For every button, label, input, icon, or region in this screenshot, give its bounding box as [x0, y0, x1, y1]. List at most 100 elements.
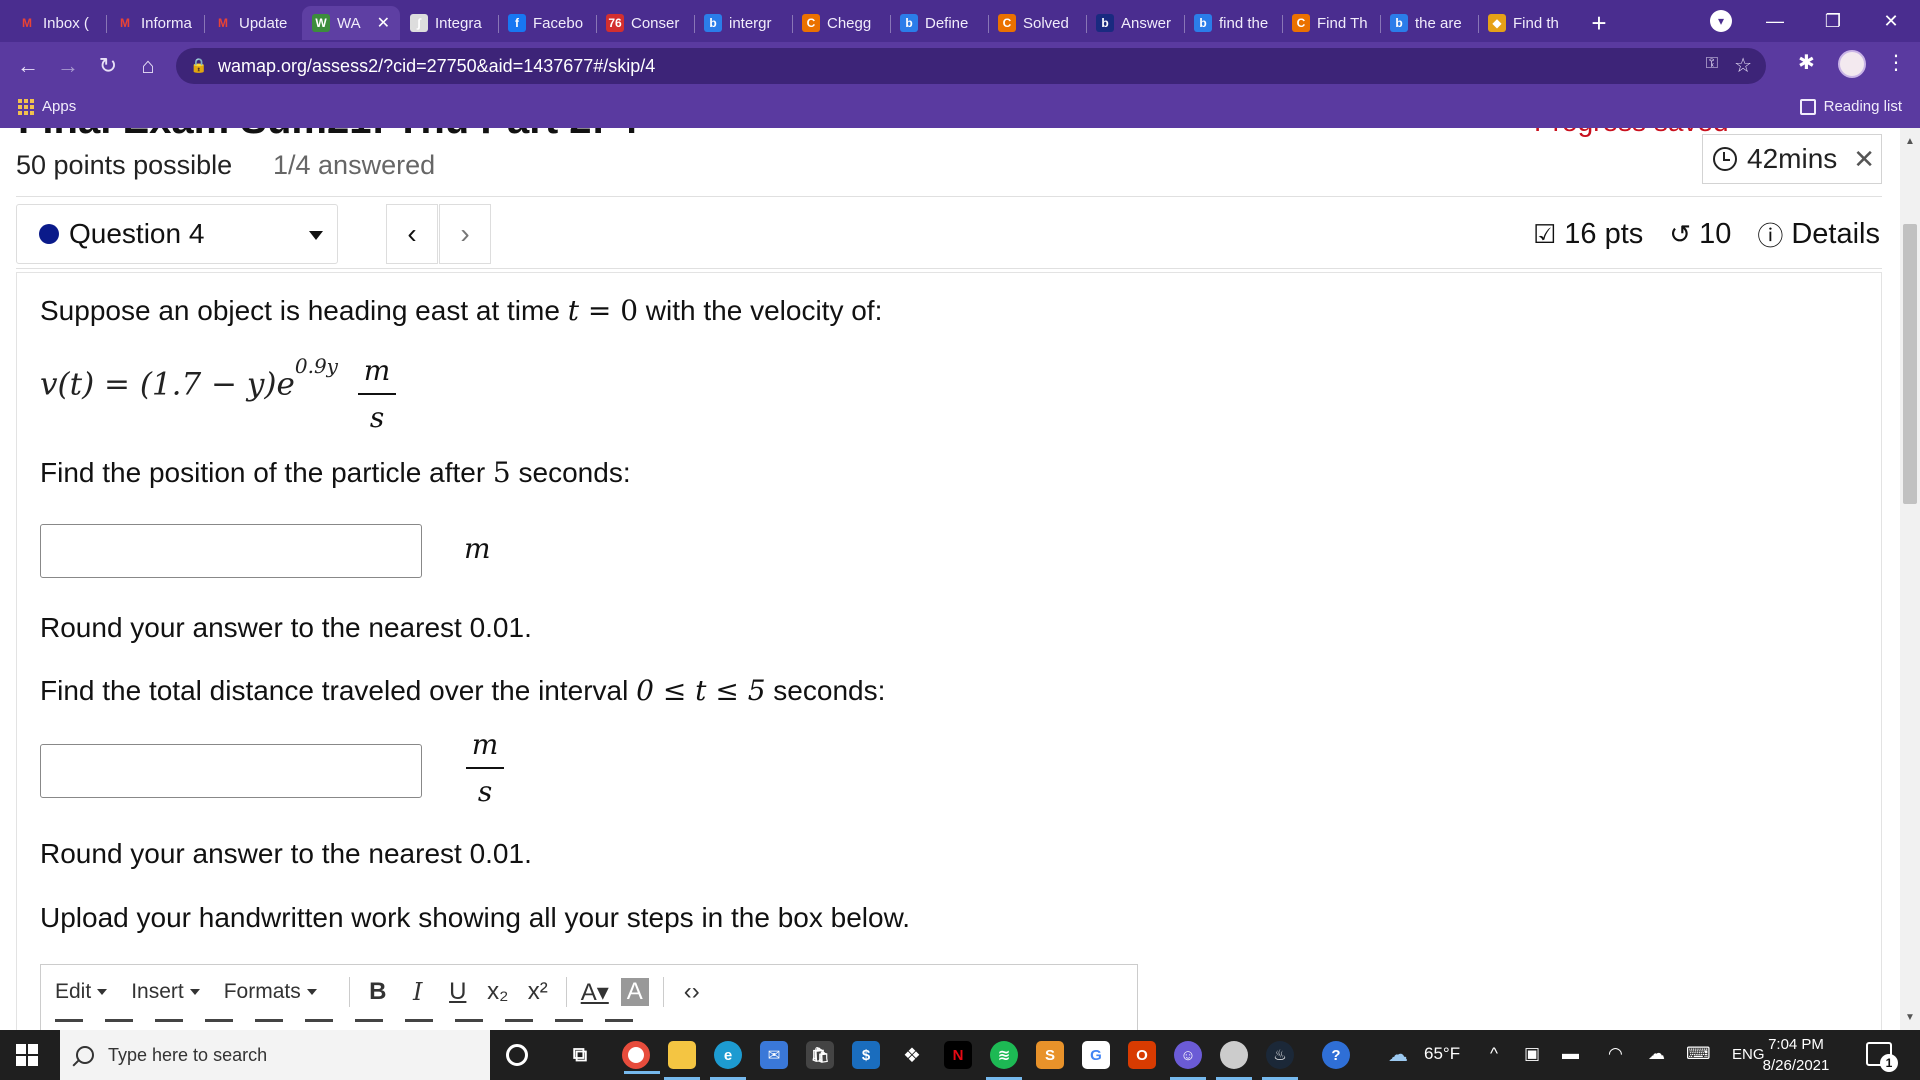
reading-list-button[interactable]: Reading list	[1799, 98, 1902, 115]
mail-icon[interactable]: ✉	[760, 1041, 788, 1069]
table-icon[interactable]	[555, 1019, 583, 1027]
file-explorer-icon[interactable]	[664, 1041, 700, 1080]
rich-text-editor[interactable]: Edit Insert Formats B I U x₂ x² A▾ A ‹›	[40, 964, 1138, 1030]
browser-tab[interactable]: M Update	[204, 6, 302, 40]
bold-icon[interactable]: B	[358, 978, 398, 1006]
next-question-button[interactable]: ›	[439, 204, 491, 264]
windows-start-icon[interactable]	[16, 1044, 38, 1066]
browser-tab[interactable]: b Define	[890, 6, 988, 40]
profile-avatar[interactable]	[1838, 50, 1866, 78]
image-icon[interactable]	[505, 1019, 533, 1027]
close-tab-icon[interactable]: ✕	[377, 13, 390, 33]
insert-menu[interactable]: Insert	[131, 980, 200, 1004]
keyboard-icon[interactable]: ⌨	[1686, 1044, 1711, 1064]
bullet-list-icon[interactable]	[205, 1019, 233, 1027]
indent-icon[interactable]	[355, 1019, 383, 1027]
numbered-list-icon[interactable]	[255, 1019, 283, 1027]
align-right-icon[interactable]	[155, 1019, 183, 1027]
unlink-icon[interactable]	[455, 1019, 483, 1027]
browser-tab[interactable]: C Find Th	[1282, 6, 1380, 40]
distance-answer-input[interactable]	[40, 744, 422, 798]
tab-search-icon[interactable]: ▾	[1710, 10, 1732, 32]
system-clock[interactable]: 7:04 PM 8/26/2021	[1748, 1034, 1844, 1076]
battery-icon[interactable]: ▬	[1562, 1044, 1579, 1064]
browser-tab[interactable]: b the are	[1380, 6, 1478, 40]
taskbar-search[interactable]: Type here to search	[60, 1030, 490, 1080]
background-color-icon[interactable]: A	[620, 978, 649, 1006]
bookmark-star-icon[interactable]: ☆	[1734, 53, 1752, 78]
page-scrollbar[interactable]: ▲ ▼	[1900, 128, 1920, 1030]
sublime-icon[interactable]: S	[1036, 1041, 1064, 1069]
edit-menu[interactable]: Edit	[55, 980, 107, 1004]
reload-icon[interactable]: ↻	[92, 50, 124, 82]
browser-tab[interactable]: M Inbox (	[8, 6, 106, 40]
browser-tab[interactable]: ∫ Integra	[400, 6, 498, 40]
wifi-icon[interactable]: ◠	[1608, 1044, 1623, 1064]
tray-chevron-icon[interactable]: ^	[1490, 1044, 1498, 1064]
apps-shortcut[interactable]: Apps	[18, 98, 76, 115]
forward-icon[interactable]: →	[52, 50, 84, 82]
subscript-icon[interactable]: x₂	[478, 978, 518, 1006]
close-window-icon[interactable]: ✕	[1862, 0, 1920, 42]
new-tab-icon[interactable]: +	[1582, 6, 1616, 40]
browser-tab[interactable]: b Answer	[1086, 6, 1184, 40]
browser-tab[interactable]: b find the	[1184, 6, 1282, 40]
italic-icon[interactable]: I	[398, 978, 438, 1006]
spotify-icon[interactable]: ≋	[986, 1041, 1022, 1080]
office-icon[interactable]: O	[1128, 1041, 1156, 1069]
address-bar[interactable]: 🔒 wamap.org/assess2/?cid=27750&aid=14376…	[176, 48, 1766, 84]
notification-center-icon[interactable]: 1	[1866, 1042, 1898, 1072]
minimize-icon[interactable]: —	[1746, 0, 1804, 42]
scroll-up-icon[interactable]: ▲	[1905, 136, 1915, 147]
browser-tab[interactable]: ◆ Find th	[1478, 6, 1576, 40]
task-view-icon[interactable]: ⧉	[566, 1041, 594, 1069]
underline-icon[interactable]: U	[438, 978, 478, 1006]
text-color-icon[interactable]: A▾	[575, 978, 615, 1007]
link-icon[interactable]	[405, 1019, 433, 1027]
chrome-profile-icon[interactable]	[1216, 1041, 1252, 1080]
cortana-icon[interactable]	[506, 1044, 528, 1066]
question-select[interactable]: Question 4	[16, 204, 338, 264]
scrollbar-thumb[interactable]	[1903, 224, 1917, 504]
browser-tab[interactable]: M Informa	[106, 6, 204, 40]
meet-icon[interactable]: ▣	[1524, 1044, 1540, 1064]
bing-icon: b	[1390, 14, 1408, 32]
close-timer-icon[interactable]: ✕	[1853, 144, 1875, 175]
onedrive-icon[interactable]: ☁	[1648, 1044, 1665, 1064]
browser-tab[interactable]: b intergr	[694, 6, 792, 40]
source-code-icon[interactable]: ‹›	[672, 978, 712, 1006]
restore-icon[interactable]: ❐	[1804, 0, 1862, 42]
chrome-icon[interactable]	[622, 1041, 660, 1074]
scroll-down-icon[interactable]: ▼	[1905, 1012, 1915, 1023]
info-icon[interactable]: ⓘ	[1757, 216, 1783, 253]
math-icon[interactable]	[605, 1019, 633, 1027]
outdent-icon[interactable]	[305, 1019, 333, 1027]
browser-tab[interactable]: W WA ✕	[302, 6, 400, 40]
browser-tab[interactable]: C Solved	[988, 6, 1086, 40]
steam-icon[interactable]: ♨	[1262, 1041, 1298, 1080]
back-icon[interactable]: ←	[12, 50, 44, 82]
align-center-icon[interactable]	[105, 1019, 133, 1027]
previous-question-button[interactable]: ‹	[386, 204, 438, 264]
position-answer-input[interactable]	[40, 524, 422, 578]
browser-menu-icon[interactable]: ⋮	[1886, 50, 1906, 75]
dollar-app-icon[interactable]: $	[852, 1041, 880, 1069]
store-icon[interactable]: 🛍	[806, 1041, 834, 1069]
browser-tab[interactable]: C Chegg	[792, 6, 890, 40]
home-icon[interactable]: ⌂	[132, 50, 164, 82]
chat-app-icon[interactable]: ☺	[1170, 1041, 1206, 1080]
weather-temp[interactable]: 65°F	[1424, 1044, 1460, 1064]
netflix-icon[interactable]: N	[944, 1041, 972, 1069]
superscript-icon[interactable]: x²	[518, 978, 558, 1006]
browser-tab[interactable]: 76 Conser	[596, 6, 694, 40]
align-left-icon[interactable]	[55, 1019, 83, 1027]
edge-icon[interactable]: e	[710, 1041, 746, 1080]
browser-tab[interactable]: f Facebo	[498, 6, 596, 40]
help-icon[interactable]: ?	[1322, 1041, 1350, 1069]
formats-menu[interactable]: Formats	[224, 980, 317, 1004]
google-icon[interactable]: G	[1082, 1041, 1110, 1069]
extensions-icon[interactable]: ✱	[1798, 50, 1815, 75]
dropbox-icon[interactable]: ❖	[898, 1041, 926, 1069]
key-icon[interactable]: ⚿	[1706, 55, 1718, 73]
details-link[interactable]: Details	[1791, 218, 1880, 251]
